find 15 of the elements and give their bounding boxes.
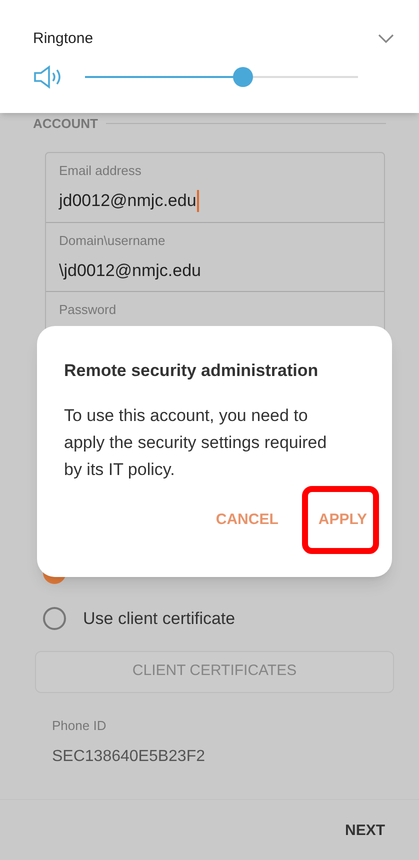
phone-id-value: SEC138640E5B23F2 [52,747,206,767]
dialog-message: To use this account, you need to apply the security settings required by its IT policy. [64,404,328,480]
input-field[interactable]: Email address jd0012@nmjc.edu [46,152,384,222]
section-header: ACCOUNT [33,115,98,133]
panel-title: Ringtone [33,29,94,49]
volume-slider[interactable] [85,66,358,86]
field-label: Phone ID [52,716,108,734]
slider-thumb[interactable] [233,66,254,86]
next-button[interactable]: NEXT [344,820,385,842]
speaker-icon[interactable] [33,64,63,88]
dialog-title: Remote security administration [64,360,320,382]
radio-label[interactable]: Use client certificate [83,606,236,632]
input-field[interactable]: Domain\username \jd0012@nmjc.edu [46,222,384,290]
chevron-down-icon[interactable] [378,34,394,44]
radio-button[interactable] [43,607,66,630]
